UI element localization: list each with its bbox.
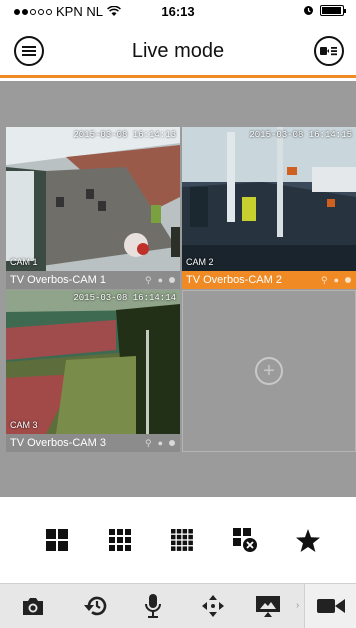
camera-feed-3[interactable]: 2015-03-08 16:14:14 CAM 3 — [6, 290, 180, 434]
zoom-icon[interactable]: ⚲ — [321, 275, 328, 286]
microphone-icon[interactable]: ● — [158, 275, 163, 285]
grid-3x3-icon[interactable] — [108, 528, 132, 552]
camera-info-bar[interactable]: TV Overbos-CAM 2 ⚲ ● — [182, 271, 356, 289]
app-root: KPN NL 16:13 Live mode 2015-03-08 16:14:… — [0, 0, 356, 628]
camera-overlay-label: CAM 3 — [10, 420, 38, 430]
record-video-icon[interactable] — [316, 592, 346, 620]
alarm-clock-icon — [304, 6, 313, 15]
camera-feed-2[interactable]: 2015-03-08 16:14:15 CAM 2 — [182, 127, 356, 271]
microphone-icon[interactable] — [138, 592, 168, 620]
zoom-icon[interactable]: ⚲ — [145, 275, 152, 286]
camera-tile-1[interactable]: 2015-03-08 16:14:13 CAM 1 TV Overbos-CAM… — [6, 127, 180, 289]
layout-selector-bar — [0, 497, 356, 583]
snapshot-camera-icon[interactable] — [18, 592, 48, 620]
camera-overlay-label: CAM 2 — [186, 257, 214, 267]
record-status-icon — [169, 440, 175, 446]
record-status-icon — [169, 277, 175, 283]
camera-name: TV Overbos-CAM 1 — [10, 274, 106, 286]
grid-2x2-icon[interactable] — [45, 528, 69, 552]
camera-tile-3[interactable]: 2015-03-08 16:14:14 CAM 3 TV Overbos-CAM… — [6, 290, 180, 452]
battery-icon — [320, 5, 346, 16]
microphone-icon[interactable]: ● — [158, 438, 163, 448]
camera-tile-2[interactable]: 2015-03-08 16:14:15 CAM 2 TV Overbos-CAM… — [182, 127, 356, 289]
top-navbar: Live mode — [0, 22, 356, 78]
more-chevron-icon[interactable]: › — [296, 600, 299, 611]
ptz-arrows-icon[interactable] — [198, 592, 228, 620]
camera-info-bar[interactable]: TV Overbos-CAM 1 ⚲ ● — [6, 271, 180, 289]
camera-info-bar[interactable]: TV Overbos-CAM 3 ⚲ ● — [6, 434, 180, 452]
device-list-icon[interactable] — [314, 36, 344, 66]
cast-screen-icon[interactable] — [253, 592, 283, 620]
page-title: Live mode — [131, 40, 225, 62]
microphone-icon[interactable]: ● — [334, 275, 339, 285]
camera-overlay-label: CAM 1 — [10, 257, 38, 267]
camera-timestamp: 2015-03-08 16:14:13 — [73, 130, 176, 140]
camera-feed-1[interactable]: 2015-03-08 16:14:13 CAM 1 — [6, 127, 180, 271]
live-view-grid: 2015-03-08 16:14:13 CAM 1 TV Overbos-CAM… — [0, 81, 356, 497]
grid-4x4-icon[interactable] — [170, 528, 194, 552]
camera-name: TV Overbos-CAM 3 — [10, 437, 106, 449]
close-all-icon[interactable] — [233, 528, 257, 552]
zoom-icon[interactable]: ⚲ — [145, 438, 152, 449]
add-channel-icon[interactable]: + — [255, 357, 283, 385]
camera-timestamp: 2015-03-08 16:14:14 — [73, 293, 176, 303]
playback-icon[interactable] — [81, 592, 111, 620]
camera-timestamp: 2015-03-08 16:14:15 — [249, 130, 352, 140]
empty-channel-slot[interactable]: + — [182, 290, 356, 452]
status-right — [303, 5, 346, 16]
camera-name: TV Overbos-CAM 2 — [186, 274, 282, 286]
favorite-star-icon[interactable] — [296, 528, 320, 552]
record-status-icon — [345, 277, 351, 283]
bottom-toolbar: › — [0, 583, 356, 628]
status-bar: KPN NL 16:13 — [0, 0, 356, 22]
